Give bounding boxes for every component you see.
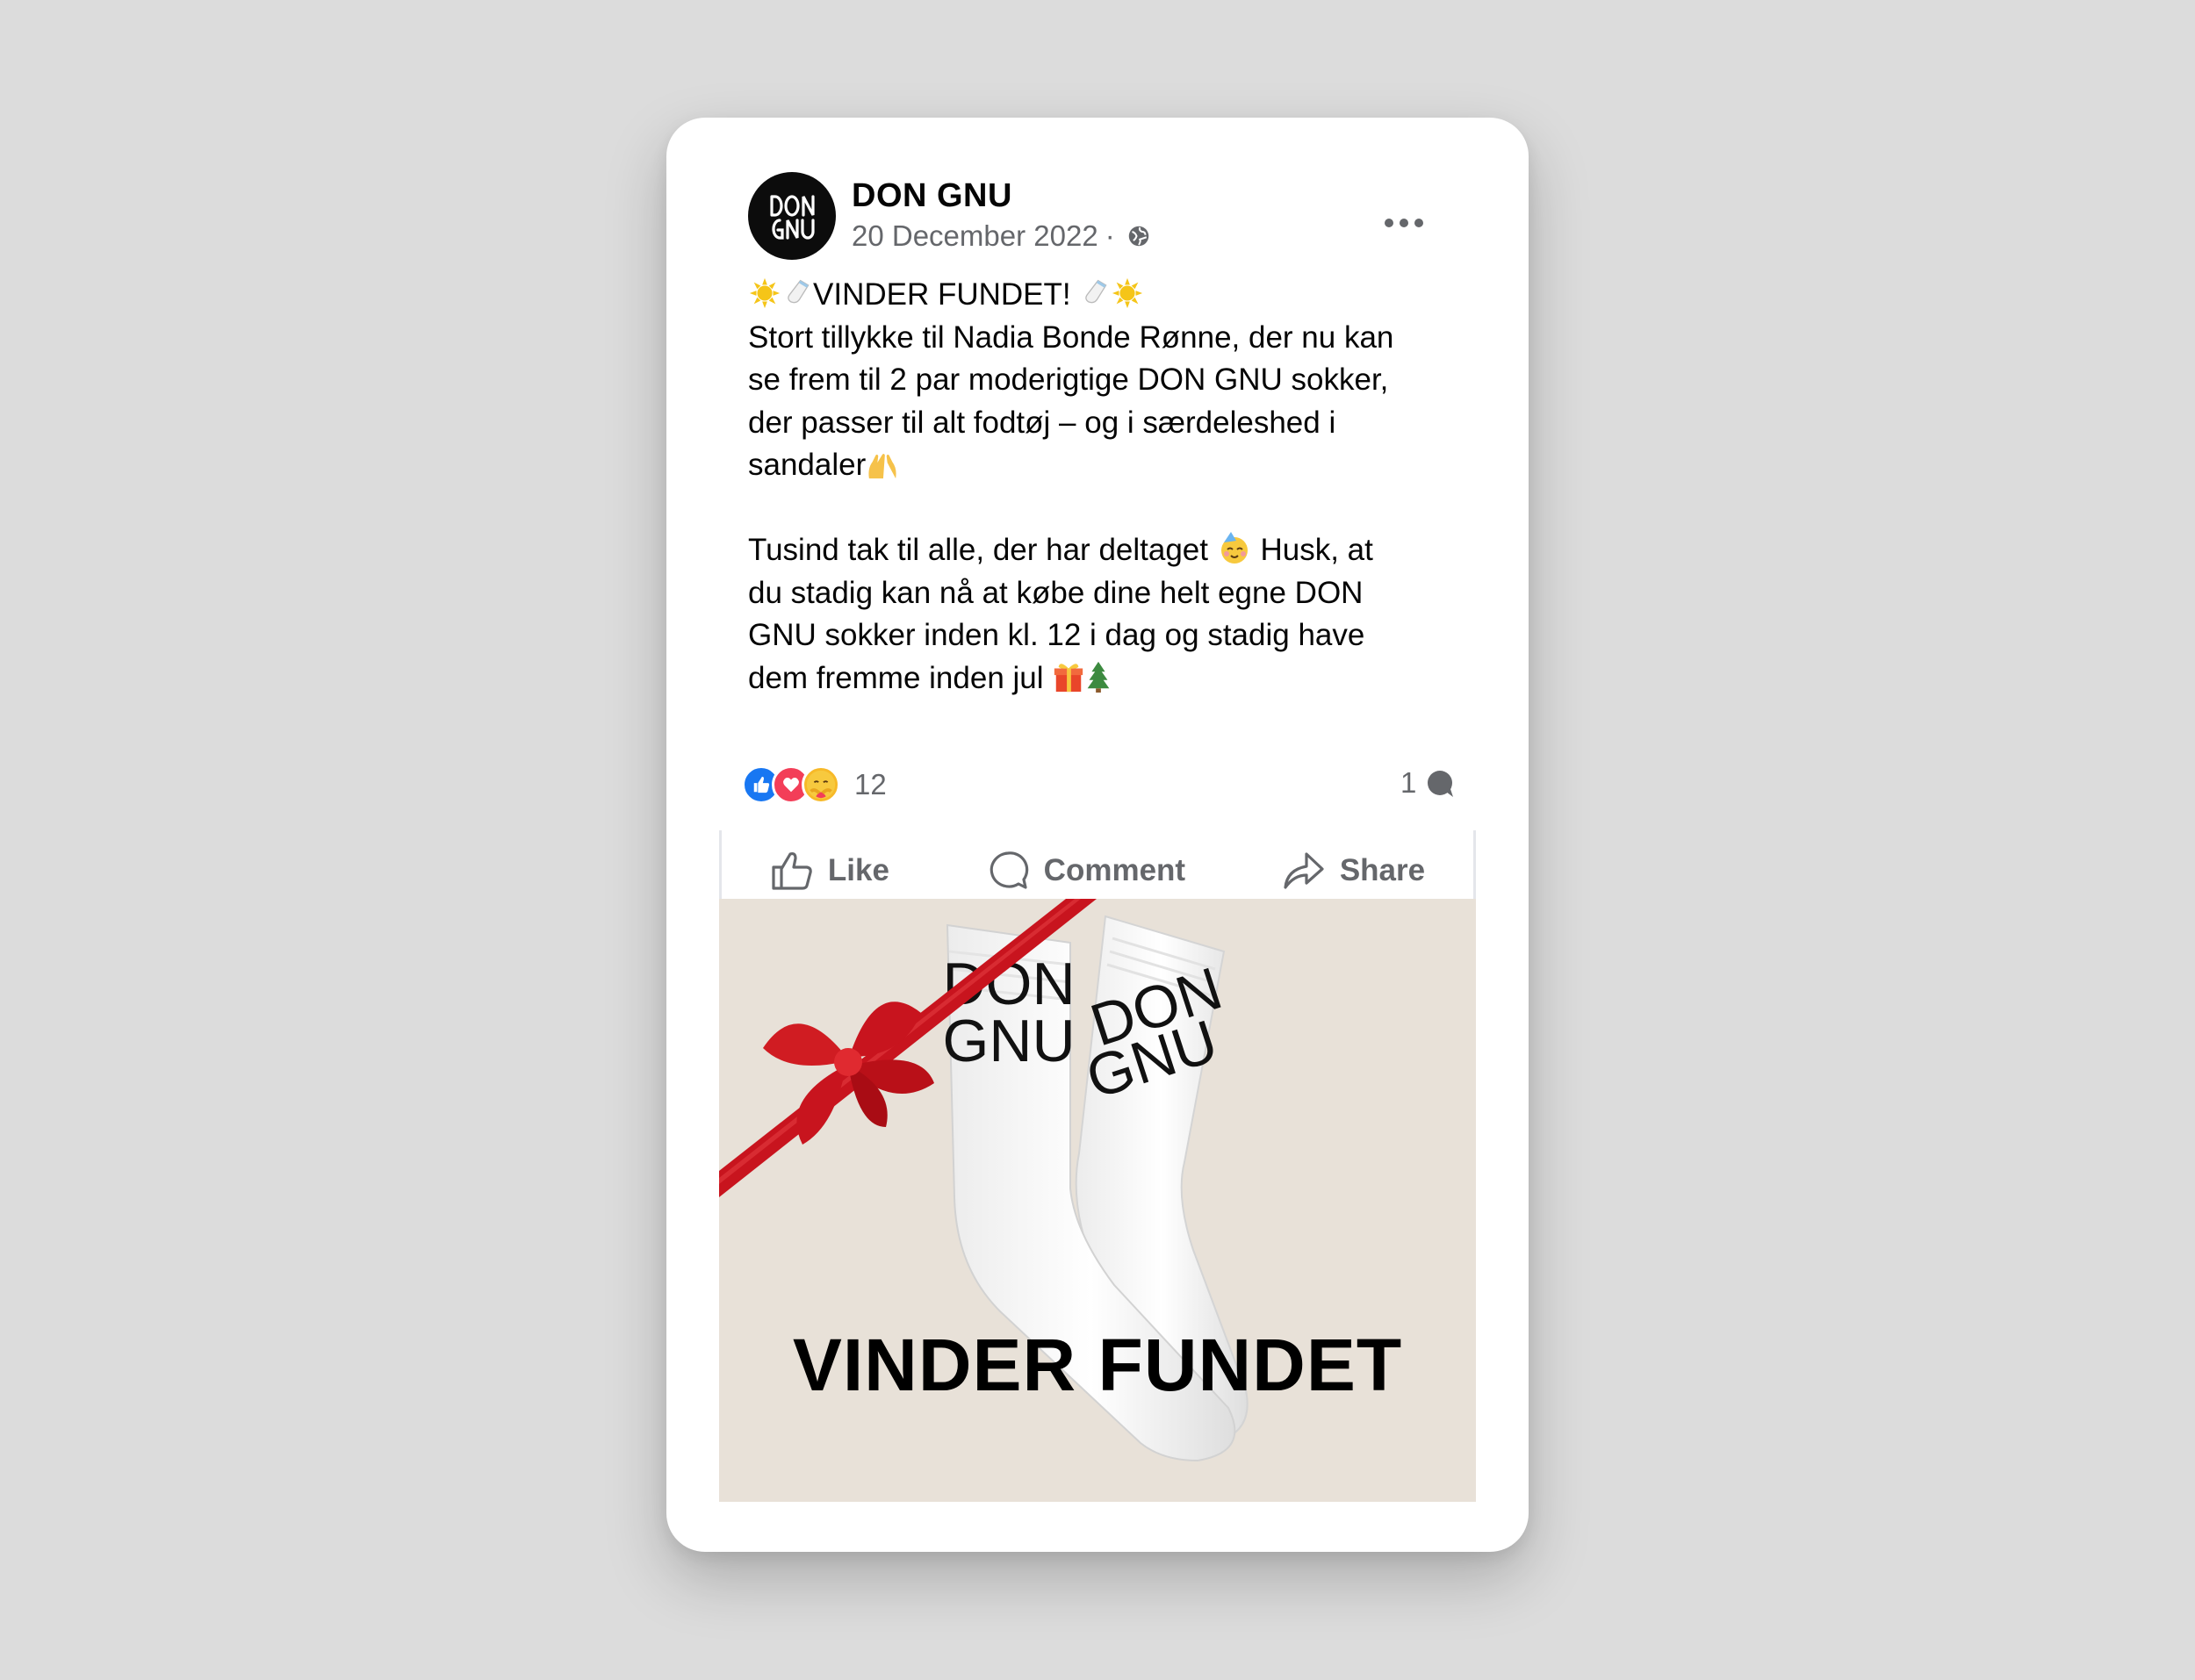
post-line: se frem til 2 par moderigtige DON GNU so… xyxy=(748,363,1389,397)
comment-bubble-icon xyxy=(1428,771,1454,797)
post-line-with-emoji: Tusind tak til alle, der har deltaget Hu… xyxy=(748,529,1450,572)
comment-count: 1 xyxy=(1400,766,1417,799)
post-meta: 20 December 2022 · xyxy=(852,219,1152,253)
comment-button[interactable]: Comment xyxy=(965,841,1206,901)
thumbs-up-icon xyxy=(772,851,812,890)
post-line: der passer til alt fodtøj – og i særdele… xyxy=(748,405,1336,440)
post-line: Stort tillykke til Nadia Bonde Rønne, de… xyxy=(748,319,1394,355)
christmas-tree-emoji-icon xyxy=(1087,661,1110,693)
comment-icon xyxy=(990,851,1028,889)
post-date[interactable]: 20 December 2022 xyxy=(852,219,1098,253)
care-reaction-icon xyxy=(802,765,840,804)
party-face-emoji-icon xyxy=(1220,532,1248,564)
post-line-with-emoji: sandaler xyxy=(748,444,1450,487)
sock-logo-bottom: GNU xyxy=(942,1008,1075,1074)
reaction-count: 12 xyxy=(854,768,887,801)
post-line: dem fremme inden jul xyxy=(748,660,1044,695)
sun-emoji-icon xyxy=(749,277,781,309)
sock-emoji-icon xyxy=(788,279,810,304)
like-label: Like xyxy=(827,853,889,887)
socks-gift-illustration: DON GNU DON GNU xyxy=(719,899,1249,1462)
post-image[interactable]: DON GNU DON GNU VINDER FUNDET xyxy=(719,899,1476,1502)
don-gnu-logo-icon xyxy=(770,195,815,240)
post-card: DON GNU 20 December 2022 · VINDER FUNDET… xyxy=(666,118,1529,1552)
image-overlay-title: VINDER FUNDET xyxy=(792,1324,1403,1406)
dot-icon xyxy=(1400,219,1408,227)
sun-emoji-icon xyxy=(1112,277,1143,309)
comment-count-link[interactable]: 1 xyxy=(1400,765,1457,801)
page-avatar[interactable] xyxy=(748,172,836,260)
post-line: Husk, at xyxy=(1260,533,1373,567)
raising-hands-emoji-icon xyxy=(868,453,896,479)
dot-icon xyxy=(1385,219,1393,227)
globe-icon xyxy=(1128,226,1148,247)
meta-separator: · xyxy=(1105,219,1115,252)
post-text: VINDER FUNDET! Stort tillykke til Nadia … xyxy=(748,274,1450,700)
share-arrow-icon xyxy=(1284,852,1324,889)
post-line: GNU sokker inden kl. 12 i dag og stadig … xyxy=(748,618,1365,652)
post-title: VINDER FUNDET! xyxy=(813,277,1071,312)
share-button[interactable]: Share xyxy=(1261,841,1446,901)
gift-emoji-icon xyxy=(1054,663,1083,692)
comment-label: Comment xyxy=(1043,853,1186,887)
post-line: Tusind tak til alle, der har deltaget xyxy=(748,533,1208,567)
post-line-with-emoji: dem fremme inden jul xyxy=(748,657,1450,700)
share-label: Share xyxy=(1339,853,1426,887)
post-line: du stadig kan nå at købe dine helt egne … xyxy=(748,575,1364,610)
like-button[interactable]: Like xyxy=(749,841,910,901)
dot-icon xyxy=(1414,219,1423,227)
more-options-button[interactable] xyxy=(1382,201,1426,245)
reactions-summary[interactable]: 12 xyxy=(742,765,887,804)
post-line: sandaler xyxy=(748,448,867,482)
post-title-line: VINDER FUNDET! xyxy=(748,274,1450,317)
page-name[interactable]: DON GNU xyxy=(852,177,1012,215)
sock-emoji-icon xyxy=(1085,279,1107,304)
